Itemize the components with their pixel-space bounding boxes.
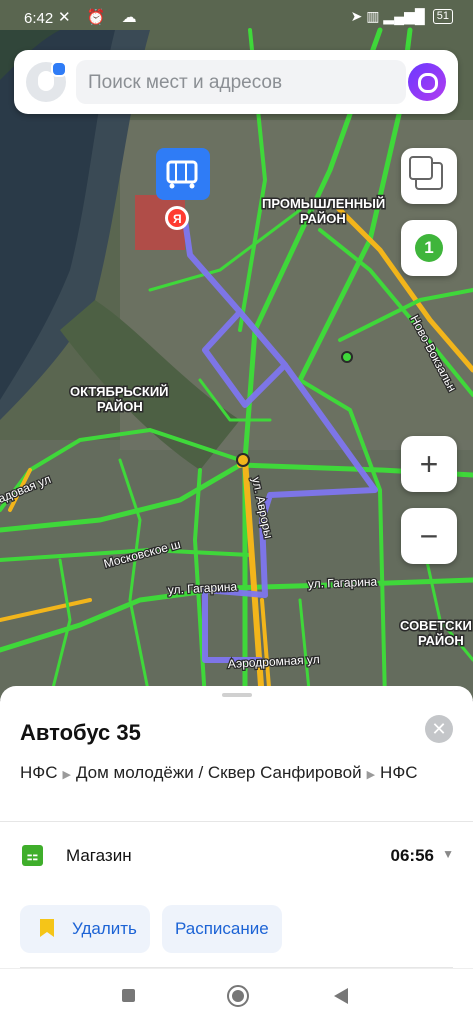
notification-dot-icon	[51, 61, 67, 77]
arrow-right-icon: ▶	[366, 769, 376, 781]
traffic-button[interactable]: 1	[401, 220, 457, 276]
layers-button[interactable]	[401, 148, 457, 204]
back-icon[interactable]	[334, 988, 348, 1004]
bookmark-icon	[40, 919, 54, 937]
zoom-in-button[interactable]: +	[401, 436, 457, 492]
traffic-level-icon: 1	[415, 234, 443, 262]
route-stops: НФС ▶ Дом молодёжи / Сквер Санфировой ▶ НФС	[20, 762, 450, 786]
close-button[interactable]: ✕	[425, 715, 453, 743]
route-stop-start: НФС	[20, 763, 58, 782]
stop-name: Магазин	[66, 846, 132, 865]
status-time: 6:42	[24, 10, 54, 27]
map-label-sovetsky-1: СОВЕТСКИ	[400, 618, 472, 633]
map-label-sovetsky-2: РАЙОН	[418, 633, 464, 648]
plus-icon: +	[419, 445, 439, 482]
bus-stop-icon: ⚏	[22, 845, 43, 866]
schedule-button[interactable]: Расписание	[162, 905, 282, 953]
battery-icon: 51	[432, 9, 453, 24]
marker-logo: Я	[173, 212, 182, 226]
bus-stop-marker[interactable]	[156, 148, 210, 200]
map-label-promyshlenny-1: ПРОМЫШЛЕННЫЙ	[262, 196, 385, 211]
home-icon[interactable]	[227, 985, 249, 1007]
stop-arrival-time: 06:56	[390, 846, 434, 865]
signal-icons: ➤ ▥ ▂▄▆█	[350, 8, 425, 24]
stop-row[interactable]: ⚏ Магазин 06:56 ▼	[20, 844, 454, 868]
map-label-promyshlenny-2: РАЙОН	[300, 211, 346, 226]
delete-bookmark-button[interactable]: Удалить	[20, 905, 150, 953]
search-placeholder: Поиск мест и адресов	[88, 72, 283, 93]
route-stop-end: НФС	[380, 763, 418, 782]
arrow-right-icon: ▶	[62, 769, 71, 781]
map-label-oktyabrsky-1: ОКТЯБРЬСКИЙ	[70, 384, 169, 399]
chevron-down-icon[interactable]: ▼	[442, 847, 454, 861]
profile-avatar[interactable]	[26, 61, 67, 102]
divider	[0, 821, 473, 822]
yandex-location-marker[interactable]: Я	[165, 206, 189, 230]
sheet-drag-handle[interactable]	[222, 693, 252, 697]
map-label-oktyabrsky-2: РАЙОН	[97, 399, 143, 414]
delete-button-label: Удалить	[72, 919, 137, 938]
system-nav-bar	[0, 968, 473, 1025]
route-stop-middle: Дом молодёжи / Сквер Санфировой	[75, 763, 362, 782]
layers-icon	[409, 156, 443, 190]
minus-icon: −	[419, 517, 439, 554]
zoom-out-button[interactable]: −	[401, 508, 457, 564]
schedule-button-label: Расписание	[175, 919, 269, 938]
status-right-icons: ➤ ▥ ▂▄▆█ 51	[351, 8, 453, 25]
search-input[interactable]: Поиск мест и адресов	[76, 60, 406, 104]
map-label-gagarina-2: ул. Гагарина	[308, 575, 378, 591]
route-title: Автобус 35	[20, 720, 141, 745]
status-left-icons: ✕ ⏰ ☁	[58, 9, 143, 26]
status-bar: 6:42 ✕ ⏰ ☁ ➤ ▥ ▂▄▆█ 51	[0, 0, 473, 38]
alice-voice-assistant-icon[interactable]	[408, 63, 446, 101]
recent-apps-icon[interactable]	[122, 989, 135, 1002]
search-bar: Поиск мест и адресов	[14, 50, 458, 114]
